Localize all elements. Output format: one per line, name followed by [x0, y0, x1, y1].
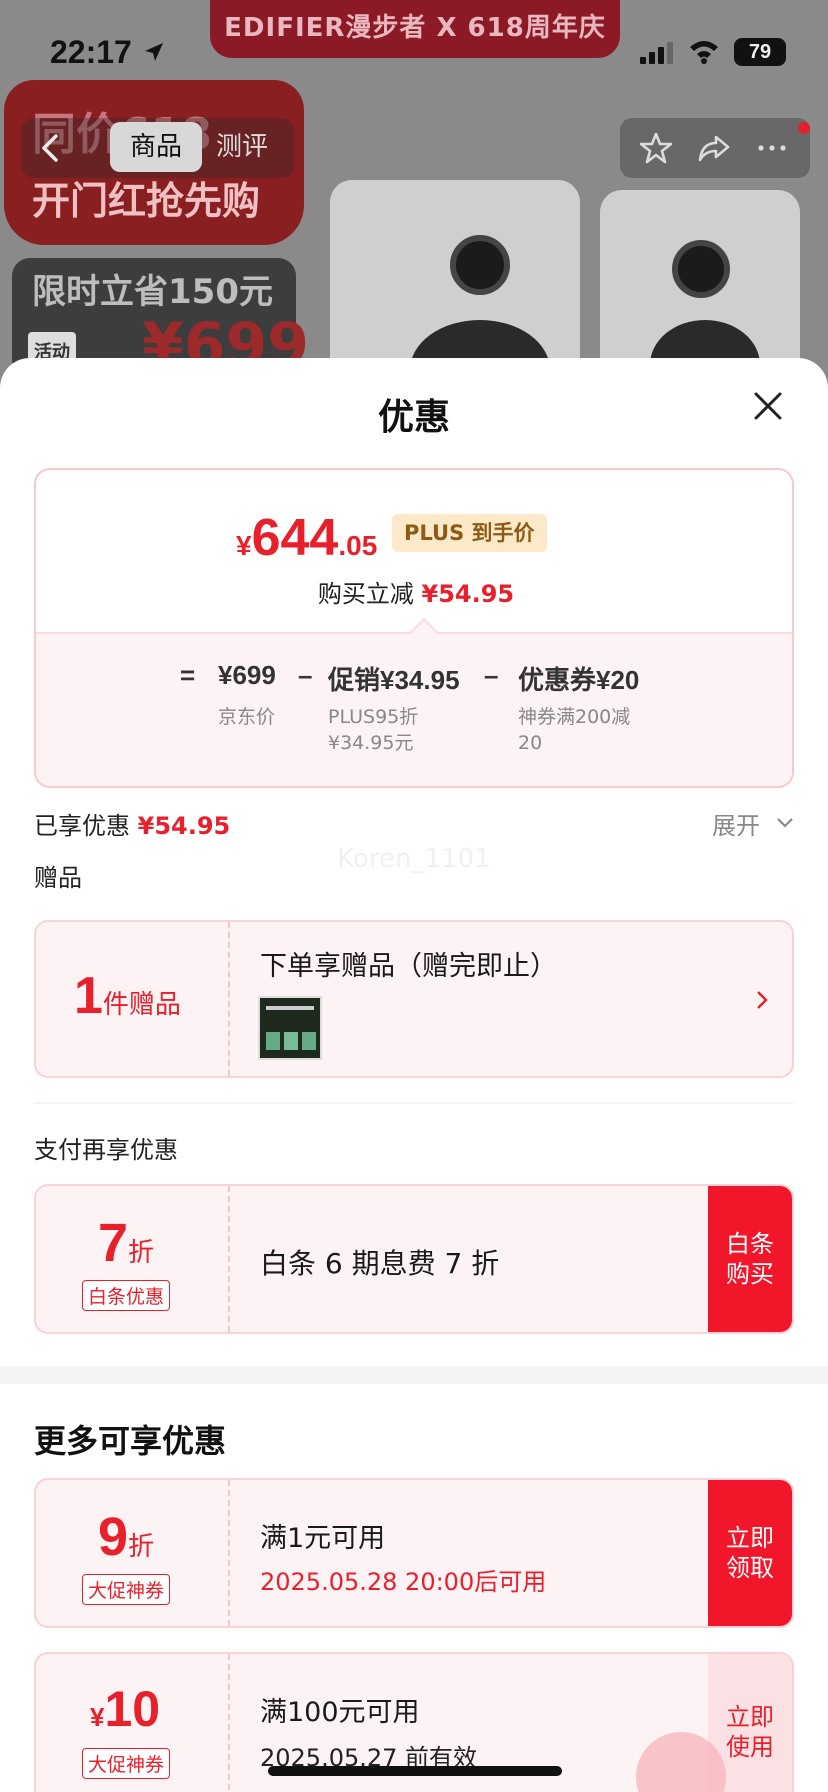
promo-line3: 限时立省150元 [32, 272, 273, 312]
pay-section-label: 支付再享优惠 [34, 1136, 178, 1164]
more-section-title: 更多可享优惠 [34, 1422, 227, 1460]
back-icon[interactable] [36, 132, 66, 164]
coupon-title: 满100元可用 [260, 1697, 420, 1728]
notification-dot [798, 122, 810, 134]
coupon-discount-box: 9折 大促神券 [36, 1480, 230, 1626]
gift-card[interactable]: 1件赠品 下单享赠品（赠完即止） [34, 920, 794, 1078]
tab-review[interactable]: 测评 [216, 122, 286, 172]
coupon-amount-wrap: ¥10 [90, 1680, 160, 1738]
chevron-right-icon[interactable] [754, 988, 770, 1012]
section-divider [34, 1102, 794, 1104]
coupon-tag: 大促神券 [82, 1748, 171, 1779]
promo-sub-line2: ¥34.95元 [328, 732, 414, 754]
tweeter-right [672, 240, 730, 298]
expand-button[interactable]: 展开 [712, 806, 760, 841]
baitiao-tag: 白条优惠 [82, 1280, 171, 1311]
gift-section-label: 赠品 [34, 864, 82, 892]
reduce-label: 购买立减 [317, 580, 414, 608]
coupon-sub-line2: 20 [518, 732, 543, 754]
coupon-discount-wrap: 9折 [98, 1506, 154, 1568]
discount-sheet: 优惠 ¥644.05 PLUS 到手价 购买立减 ¥54.95 = ¥699 –… [0, 358, 828, 1792]
sheet-title: 优惠 [377, 397, 450, 438]
jd-price-label: 京东价 [218, 706, 276, 728]
enjoyed-amount: ¥54.95 [137, 812, 231, 840]
coupon-card: 9折 大促神券 满1元可用 2025.05.28 20:00后可用 立即领取 [34, 1478, 794, 1628]
coupon-discount: 9 [98, 1507, 129, 1567]
gift-count-box: 1件赠品 [36, 922, 230, 1076]
baitiao-discount: 7 [98, 1213, 129, 1273]
section-separator [0, 1366, 828, 1384]
baitiao-buy-button[interactable]: 白条购买 [708, 1186, 792, 1332]
tweeter-left [450, 235, 510, 295]
close-icon[interactable] [750, 388, 786, 424]
reduce-line: 购买立减 ¥54.95 [36, 574, 792, 609]
coupon-amount-box: ¥10 大促神券 [36, 1654, 230, 1792]
final-price-decimal: .05 [338, 530, 378, 561]
gift-unit: 件赠品 [102, 989, 181, 1019]
formula-minus-2: – [484, 660, 499, 690]
price-summary: ¥644.05 PLUS 到手价 购买立减 ¥54.95 [36, 470, 792, 632]
location-arrow-icon [145, 43, 163, 61]
gift-title: 下单享赠品（赠完即止） [260, 951, 557, 982]
coupon-unit: 折 [128, 1531, 155, 1561]
gift-count: 1 [74, 967, 103, 1025]
coupon-time: 2025.05.28 20:00后可用 [260, 1568, 547, 1596]
enjoyed-discount: 已享优惠 ¥54.95 [34, 806, 230, 841]
coupon-amount: 10 [104, 1681, 161, 1737]
more-icon[interactable] [754, 130, 790, 166]
star-icon[interactable] [638, 130, 674, 166]
coupon-tag: 大促神券 [82, 1574, 171, 1605]
status-time: 22:17 [50, 34, 132, 70]
reduce-amount: ¥54.95 [421, 580, 515, 608]
final-price-integer: 644 [251, 509, 339, 567]
wifi-icon [690, 41, 718, 64]
share-icon[interactable] [696, 130, 732, 166]
chevron-down-icon[interactable] [776, 816, 794, 830]
price-formula: = ¥699 – 促销¥34.95 – 优惠券¥20 京东价 PLUS95折 ¥… [36, 632, 792, 786]
price-breakdown-card: ¥644.05 PLUS 到手价 购买立减 ¥54.95 = ¥699 – 促销… [34, 468, 794, 788]
baitiao-unit: 折 [128, 1237, 155, 1267]
gift-thumbnail [258, 996, 322, 1060]
formula-promo: 促销¥34.95 [328, 665, 460, 695]
formula-jd-price: ¥699 [218, 660, 276, 690]
coupon-sub-line1: 神券满200减 [518, 706, 631, 728]
coupon-title: 满1元可用 [260, 1523, 386, 1554]
coupon-currency: ¥ [90, 1702, 105, 1732]
baitiao-discount-box: 7折 白条优惠 [36, 1186, 230, 1332]
baitiao-discount-wrap: 7折 [98, 1212, 154, 1274]
status-bar: 22:17 79 [0, 0, 828, 90]
formula-equals: = [180, 660, 196, 690]
claim-coupon-button[interactable]: 立即领取 [708, 1480, 792, 1626]
baitiao-card: 7折 白条优惠 白条 6 期息费 7 折 白条购买 [34, 1184, 794, 1334]
battery-indicator: 79 [734, 38, 786, 66]
home-indicator [268, 1766, 562, 1776]
promo-line2: 开门红抢先购 [32, 179, 261, 223]
top-nav-right [620, 118, 810, 178]
top-nav-left: 商品 测评 [22, 118, 294, 178]
tab-goods[interactable]: 商品 [110, 122, 202, 172]
final-price-currency: ¥ [236, 530, 252, 561]
gift-count-wrap: 1件赠品 [74, 966, 181, 1026]
formula-minus-1: – [298, 660, 313, 690]
final-price: ¥644.05 [236, 508, 377, 568]
signal-icon [640, 42, 673, 64]
promo-sub-line1: PLUS95折 [328, 706, 419, 728]
watermark: Koren_1101 [337, 844, 491, 874]
formula-coupon: 优惠券¥20 [518, 665, 640, 695]
enjoyed-label: 已享优惠 [34, 812, 130, 840]
baitiao-desc: 白条 6 期息费 7 折 [260, 1247, 500, 1280]
plus-price-tag: PLUS 到手价 [392, 514, 547, 552]
